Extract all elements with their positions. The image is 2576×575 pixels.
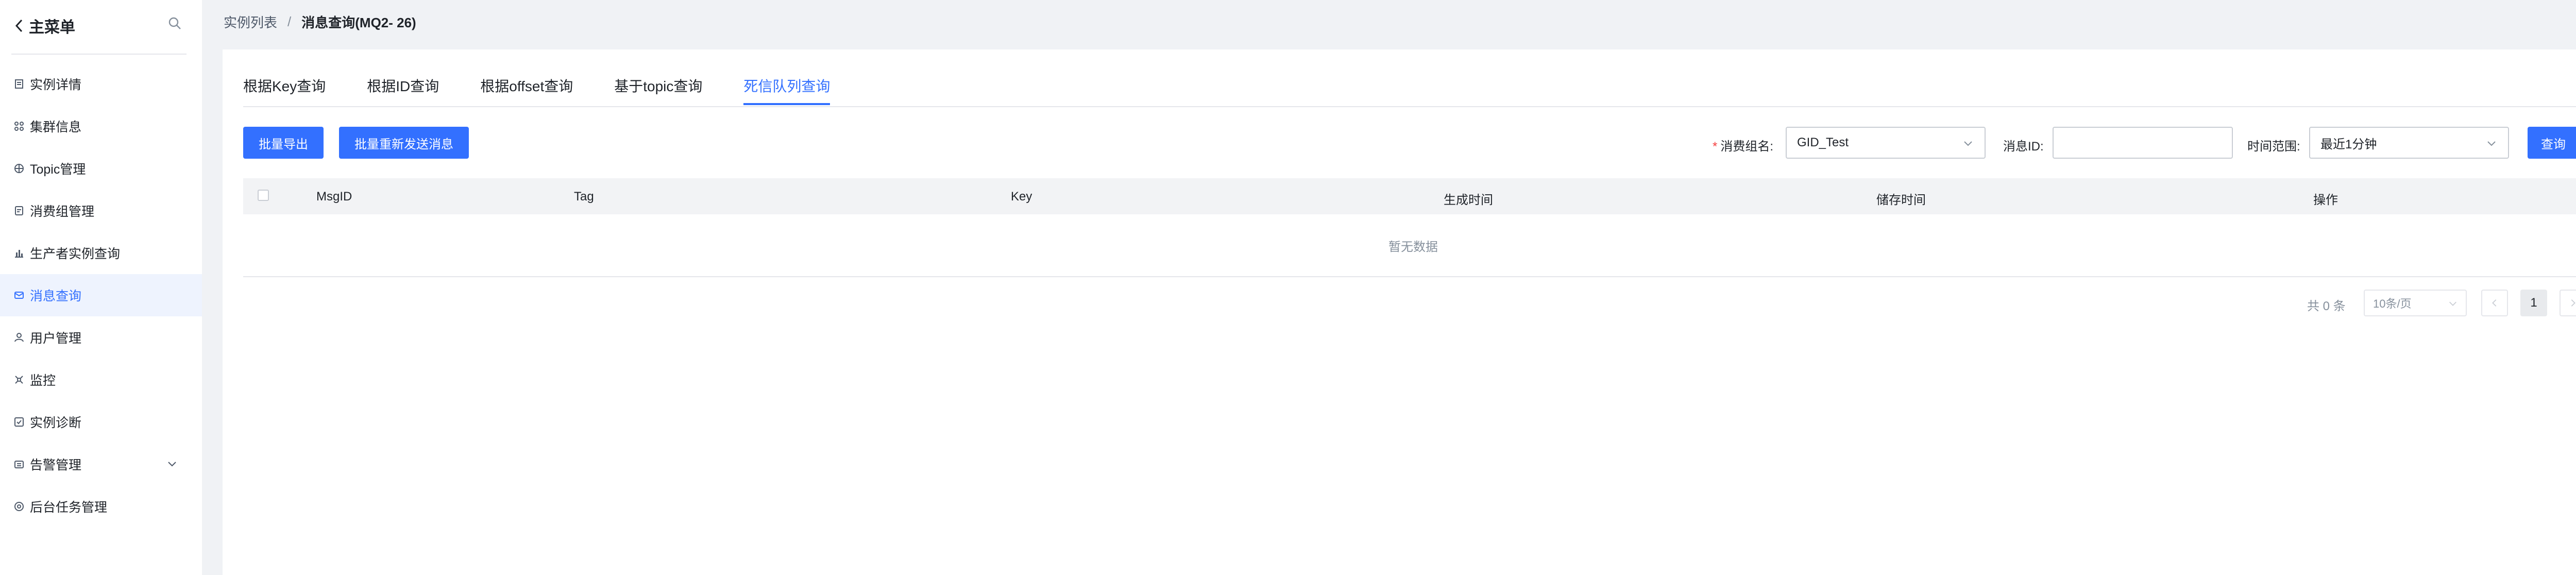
pagination-page[interactable]: 1: [2520, 290, 2547, 316]
column-stored-time: 储存时间: [1876, 193, 1926, 207]
consumer-group-select[interactable]: GID_Test: [1786, 127, 1986, 159]
table-header: MsgID Tag Key 生成时间 储存时间 操作: [243, 178, 2576, 214]
tab-dead-letter-queue[interactable]: 死信队列查询: [743, 75, 831, 105]
search-icon[interactable]: [168, 16, 181, 30]
column-actions: 操作: [2313, 193, 2338, 207]
breadcrumb: 实例列表 / 消息查询(MQ2- 26): [224, 12, 416, 31]
message-icon: [14, 292, 24, 299]
tab-query-by-key[interactable]: 根据Key查询: [243, 75, 326, 105]
chevron-left-icon: [2492, 299, 2497, 307]
sidebar-item-label: 监控: [30, 374, 56, 388]
required-mark: *: [1713, 140, 1718, 154]
tab-query-by-offset[interactable]: 根据offset查询: [480, 75, 573, 105]
sidebar-item-label: 消费组管理: [30, 205, 95, 219]
time-range-label: 时间范围:: [2247, 140, 2300, 154]
query-tabs: 根据Key查询 根据ID查询 根据offset查询 基于topic查询 死信队列…: [243, 75, 831, 105]
top-bar: 实例列表 / 消息查询(MQ2- 26): [202, 0, 2576, 49]
sidebar-item-label: 实例详情: [30, 78, 82, 92]
batch-export-button[interactable]: 批量导出: [243, 127, 324, 159]
tab-query-by-topic[interactable]: 基于topic查询: [614, 75, 702, 105]
sidebar-item-producer-query[interactable]: 生产者实例查询: [0, 232, 202, 274]
consumer-group-label: * 消费组名:: [1713, 136, 1773, 154]
sidebar-item-user-management[interactable]: 用户管理: [0, 316, 202, 359]
sidebar-divider: [11, 54, 187, 55]
message-id-label: 消息ID:: [2003, 140, 2044, 154]
sidebar-item-label: 集群信息: [30, 120, 82, 134]
tab-query-by-id[interactable]: 根据ID查询: [367, 75, 439, 105]
chevron-left-icon: [15, 19, 23, 32]
content-panel: 根据Key查询 根据ID查询 根据offset查询 基于topic查询 死信队列…: [223, 49, 2576, 575]
column-msgid: MsgID: [316, 190, 352, 204]
sidebar-item-instance-diagnose[interactable]: 实例诊断: [0, 401, 202, 443]
back-to-main-menu[interactable]: 主菜单: [13, 14, 75, 37]
column-created-time: 生成时间: [1444, 193, 1493, 207]
empty-text: 暂无数据: [1388, 240, 1438, 254]
table-empty-state: 暂无数据: [243, 214, 2576, 277]
sidebar-item-label: 消息查询: [30, 289, 82, 303]
sidebar-item-label: 生产者实例查询: [30, 247, 121, 261]
consumer-group-value: GID_Test: [1797, 136, 1849, 149]
chevron-down-icon[interactable]: [167, 459, 177, 469]
back-label: 主菜单: [29, 19, 75, 36]
tabs-divider: [243, 106, 2576, 107]
sidebar-item-label: 后台任务管理: [30, 500, 108, 515]
sidebar-item-label: Topic管理: [30, 162, 86, 177]
message-id-input[interactable]: [2053, 127, 2233, 159]
time-range-select[interactable]: 最近1分钟: [2309, 127, 2509, 159]
sidebar-item-label: 实例诊断: [30, 416, 82, 430]
breadcrumb-separator: /: [287, 14, 292, 29]
pagination-total: 共 0 条: [2307, 299, 2346, 313]
breadcrumb-instance-list[interactable]: 实例列表: [224, 12, 277, 31]
app-root: 主菜单 实例详情 集群信息 Topic管理 消费组管理 生产者实例查询 消息查询…: [0, 0, 2576, 575]
query-button[interactable]: 查询: [2528, 127, 2576, 159]
chevron-right-icon: [2571, 299, 2575, 307]
page-title: 消息查询(MQ2- 26): [301, 15, 416, 30]
chevron-down-icon: [1964, 141, 1972, 146]
sidebar-item-label: 用户管理: [30, 331, 82, 346]
page-size-select[interactable]: 10条/页: [2364, 290, 2467, 316]
column-tag: Tag: [574, 190, 594, 204]
pagination-prev-button[interactable]: [2481, 290, 2508, 316]
grid-icon: [14, 164, 24, 173]
sidebar-item-cluster-info[interactable]: 集群信息: [0, 105, 202, 147]
select-all-checkbox[interactable]: [258, 190, 269, 201]
sidebar-item-consumer-group[interactable]: 消费组管理: [0, 190, 202, 232]
pagination-next-button[interactable]: [2560, 290, 2576, 316]
document-icon: [15, 206, 23, 215]
time-range-value: 最近1分钟: [2320, 137, 2377, 151]
column-key: Key: [1011, 190, 1032, 204]
sidebar-item-monitor[interactable]: 监控: [0, 359, 202, 401]
sidebar-item-background-tasks[interactable]: 后台任务管理: [0, 485, 202, 528]
user-icon: [14, 333, 24, 342]
sidebar-header: 主菜单: [0, 0, 202, 52]
sidebar-item-alarm-management[interactable]: 告警管理: [0, 443, 202, 485]
bar-chart-icon: [15, 250, 23, 258]
chevron-down-icon: [2487, 141, 2496, 146]
file-icon: [15, 79, 23, 89]
cluster-icon: [14, 122, 24, 131]
sidebar: 主菜单 实例详情 集群信息 Topic管理 消费组管理 生产者实例查询 消息查询…: [0, 0, 202, 575]
sidebar-item-message-query[interactable]: 消息查询: [0, 274, 202, 316]
monitor-icon: [15, 376, 23, 384]
page-size-value: 10条/页: [2373, 297, 2412, 310]
diagnose-icon: [14, 417, 24, 427]
sidebar-item-instance-detail[interactable]: 实例详情: [0, 63, 202, 105]
sidebar-menu: 实例详情 集群信息 Topic管理 消费组管理 生产者实例查询 消息查询 用户管…: [0, 63, 202, 528]
sidebar-item-label: 告警管理: [30, 458, 82, 472]
task-icon: [14, 502, 24, 511]
chevron-down-icon: [2449, 301, 2456, 306]
alarm-icon: [14, 461, 24, 468]
sidebar-item-topic-management[interactable]: Topic管理: [0, 147, 202, 190]
consumer-group-label-text: 消费组名:: [1720, 140, 1774, 154]
batch-resend-button[interactable]: 批量重新发送消息: [339, 127, 469, 159]
